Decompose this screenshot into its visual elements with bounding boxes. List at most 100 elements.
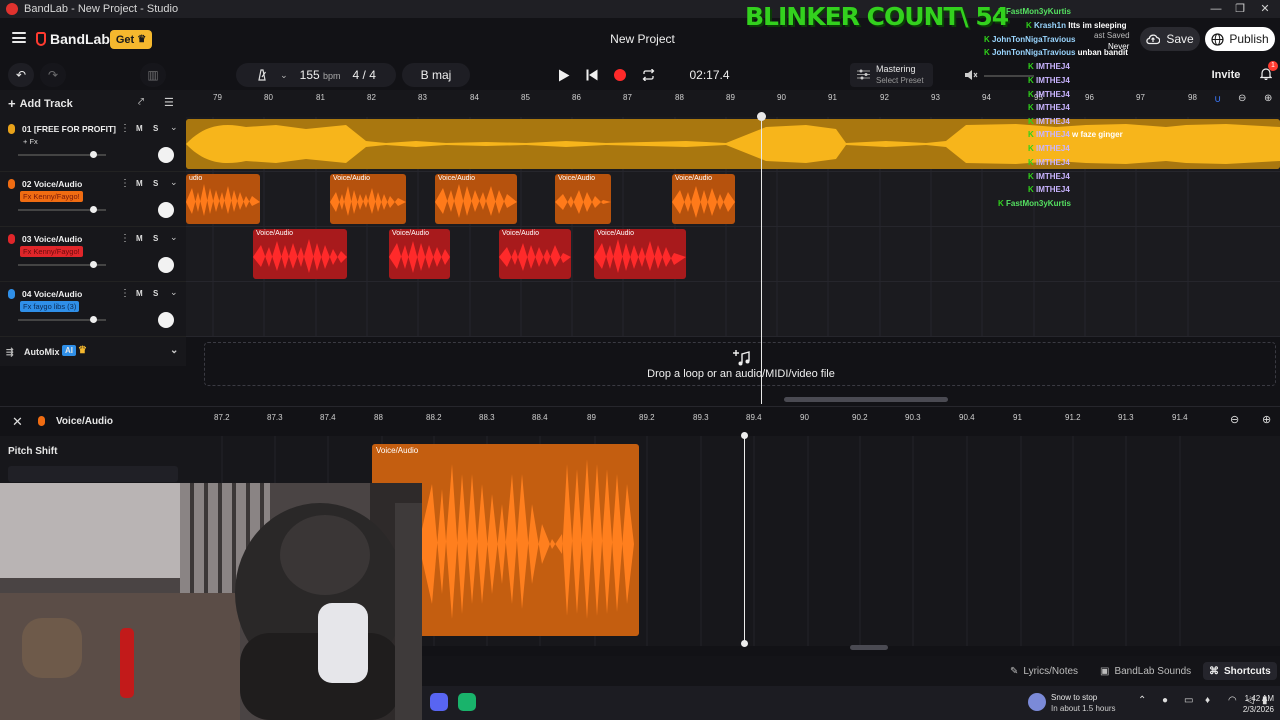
mute-button[interactable]: M xyxy=(136,289,143,298)
undo-button[interactable]: ↶ xyxy=(8,63,34,87)
track-name[interactable]: 03 Voice/Audio xyxy=(22,234,118,244)
solo-button[interactable]: S xyxy=(153,179,158,188)
chevron-down-icon[interactable]: ⌄ xyxy=(280,70,288,81)
playhead[interactable] xyxy=(761,117,762,404)
audio-clip[interactable]: Voice/Audio xyxy=(555,174,611,224)
audio-clip[interactable]: Voice/Audio xyxy=(672,174,735,224)
pan-knob[interactable] xyxy=(158,257,174,273)
loop-icon[interactable] xyxy=(642,69,655,81)
discord-icon[interactable] xyxy=(430,693,448,711)
chevron-down-icon[interactable]: ⌄ xyxy=(170,287,178,298)
volume-handle[interactable] xyxy=(89,261,97,268)
bandlab-sounds-button[interactable]: ▣ BandLab Sounds xyxy=(1100,662,1191,680)
mastering-selector[interactable]: Mastering Select Preset xyxy=(850,63,933,87)
pitch-shift-control[interactable] xyxy=(8,466,178,482)
tray-camera-icon[interactable]: ▭ xyxy=(1184,695,1193,706)
track-fx-badge[interactable]: + Fx xyxy=(20,136,41,147)
redo-button[interactable]: ↷ xyxy=(40,63,66,87)
zoom-in-icon[interactable]: ⊕ xyxy=(1262,413,1271,426)
editor-playhead-top-handle[interactable] xyxy=(741,432,748,439)
audio-clip[interactable]: Voice/Audio xyxy=(330,174,406,224)
editor-scrollbar[interactable] xyxy=(850,645,888,650)
weather-title[interactable]: Snow to stop xyxy=(1051,693,1097,702)
track-row-3[interactable]: 03 Voice/Audio Fx Kenny/Faygo! ⋮ M S ⌄ xyxy=(0,227,186,282)
track-fx-badge[interactable]: Fx Kenny/Faygo! xyxy=(20,191,83,202)
track-settings-icon[interactable]: ☰ xyxy=(164,96,174,109)
track-row-1[interactable]: 01 [FREE FOR PROFIT] ... + Fx ⋮ M S ⌄ xyxy=(0,117,186,172)
drop-zone[interactable]: Drop a loop or an audio/MIDI/video file xyxy=(204,342,1276,386)
automix-row[interactable]: ⇶ AutoMix AI ♛ ⌄ xyxy=(0,338,186,366)
metronome-icon[interactable] xyxy=(256,69,268,81)
pan-knob[interactable] xyxy=(158,147,174,163)
maximize-button[interactable]: ❐ xyxy=(1230,1,1250,17)
zoom-out-icon[interactable]: ⊖ xyxy=(1230,413,1239,426)
editor-playhead-bottom-handle[interactable] xyxy=(741,640,748,647)
timeline-scrollbar[interactable] xyxy=(784,397,948,402)
playhead-handle[interactable] xyxy=(757,112,766,121)
mute-button[interactable]: M xyxy=(136,124,143,133)
shortcuts-button[interactable]: ⌘ Shortcuts xyxy=(1203,662,1277,680)
audio-clip[interactable]: Voice/Audio xyxy=(389,229,450,279)
skip-to-start-icon[interactable] xyxy=(586,69,598,81)
play-icon[interactable] xyxy=(558,69,570,82)
track-name[interactable]: 02 Voice/Audio xyxy=(22,179,118,189)
wifi-icon[interactable]: ◠ xyxy=(1228,695,1237,706)
track-fx-badge[interactable]: Fx Kenny/Faygo! xyxy=(20,246,83,257)
speaker-mute-icon[interactable] xyxy=(964,69,978,81)
audio-clip[interactable]: Voice/Audio xyxy=(594,229,686,279)
time-display[interactable]: 02:17.4 xyxy=(689,68,729,82)
solo-button[interactable]: S xyxy=(153,234,158,243)
editor-playhead[interactable] xyxy=(744,436,745,644)
minimize-button[interactable]: — xyxy=(1206,1,1226,17)
mute-button[interactable]: M xyxy=(136,234,143,243)
chevron-down-icon[interactable]: ⌄ xyxy=(170,122,178,133)
chevron-down-icon[interactable]: ⌄ xyxy=(170,345,178,356)
add-track-button[interactable]: + Add Track xyxy=(8,96,73,111)
tempo-field[interactable]: 155 bpm xyxy=(300,68,341,82)
volume-handle[interactable] xyxy=(89,151,97,158)
volume-slider[interactable] xyxy=(18,261,106,268)
editor-ruler[interactable]: 87.2 87.3 87.4 88 88.2 88.3 88.4 89 89.2… xyxy=(186,406,1280,436)
zoom-in-icon[interactable]: ⊕ xyxy=(1264,93,1272,104)
clock-date[interactable]: 2/3/2026 xyxy=(1243,705,1274,714)
lyrics-notes-button[interactable]: ✎ Lyrics/Notes xyxy=(1010,662,1078,680)
tray-chevron-icon[interactable]: ⌃ xyxy=(1138,695,1146,706)
weather-detail[interactable]: In about 1.5 hours xyxy=(1051,704,1116,713)
tray-app-icon[interactable]: ● xyxy=(1162,695,1168,706)
solo-button[interactable]: S xyxy=(153,289,158,298)
record-icon[interactable] xyxy=(614,69,627,81)
volume-handle[interactable] xyxy=(89,316,97,323)
chevron-down-icon[interactable]: ⌄ xyxy=(170,232,178,243)
audio-clip[interactable]: Voice/Audio xyxy=(499,229,571,279)
audio-clip[interactable]: Voice/Audio xyxy=(253,229,347,279)
automation-icon[interactable]: ⤤ xyxy=(138,96,144,109)
mute-button[interactable]: M xyxy=(136,179,143,188)
zoom-out-icon[interactable]: ⊖ xyxy=(1238,93,1246,104)
pan-knob[interactable] xyxy=(158,202,174,218)
menu-icon[interactable] xyxy=(12,32,26,43)
volume-slider[interactable] xyxy=(18,206,106,213)
project-title[interactable]: New Project xyxy=(560,32,725,46)
tray-mic-icon[interactable]: ♦ xyxy=(1205,695,1210,706)
weather-icon[interactable] xyxy=(1028,693,1046,711)
track-menu-icon[interactable]: ⋮ xyxy=(120,288,130,299)
track-menu-icon[interactable]: ⋮ xyxy=(120,123,130,134)
app-icon[interactable] xyxy=(458,693,476,711)
track-menu-icon[interactable]: ⋮ xyxy=(120,233,130,244)
track-menu-icon[interactable]: ⋮ xyxy=(120,178,130,189)
track-row-2[interactable]: 02 Voice/Audio Fx Kenny/Faygo! ⋮ M S ⌄ xyxy=(0,172,186,227)
close-window-button[interactable]: ✕ xyxy=(1255,1,1275,17)
clock-time[interactable]: 1:42 AM xyxy=(1245,694,1274,703)
track-fx-badge[interactable]: Fx faygo libs (3) xyxy=(20,301,80,312)
piano-keyboard-button[interactable]: ▥ xyxy=(140,63,166,87)
volume-slider[interactable] xyxy=(18,151,106,158)
time-signature[interactable]: 4 / 4 xyxy=(353,68,376,82)
lane-track-4[interactable] xyxy=(186,282,1280,337)
solo-button[interactable]: S xyxy=(153,124,158,133)
pan-knob[interactable] xyxy=(158,312,174,328)
notifications-button[interactable]: 1 xyxy=(1258,61,1278,83)
brand-logo[interactable]: BandLab xyxy=(36,29,110,49)
volume-slider[interactable] xyxy=(18,316,106,323)
get-membership-button[interactable]: Get ♛ xyxy=(110,30,152,49)
chevron-down-icon[interactable]: ⌄ xyxy=(170,177,178,188)
